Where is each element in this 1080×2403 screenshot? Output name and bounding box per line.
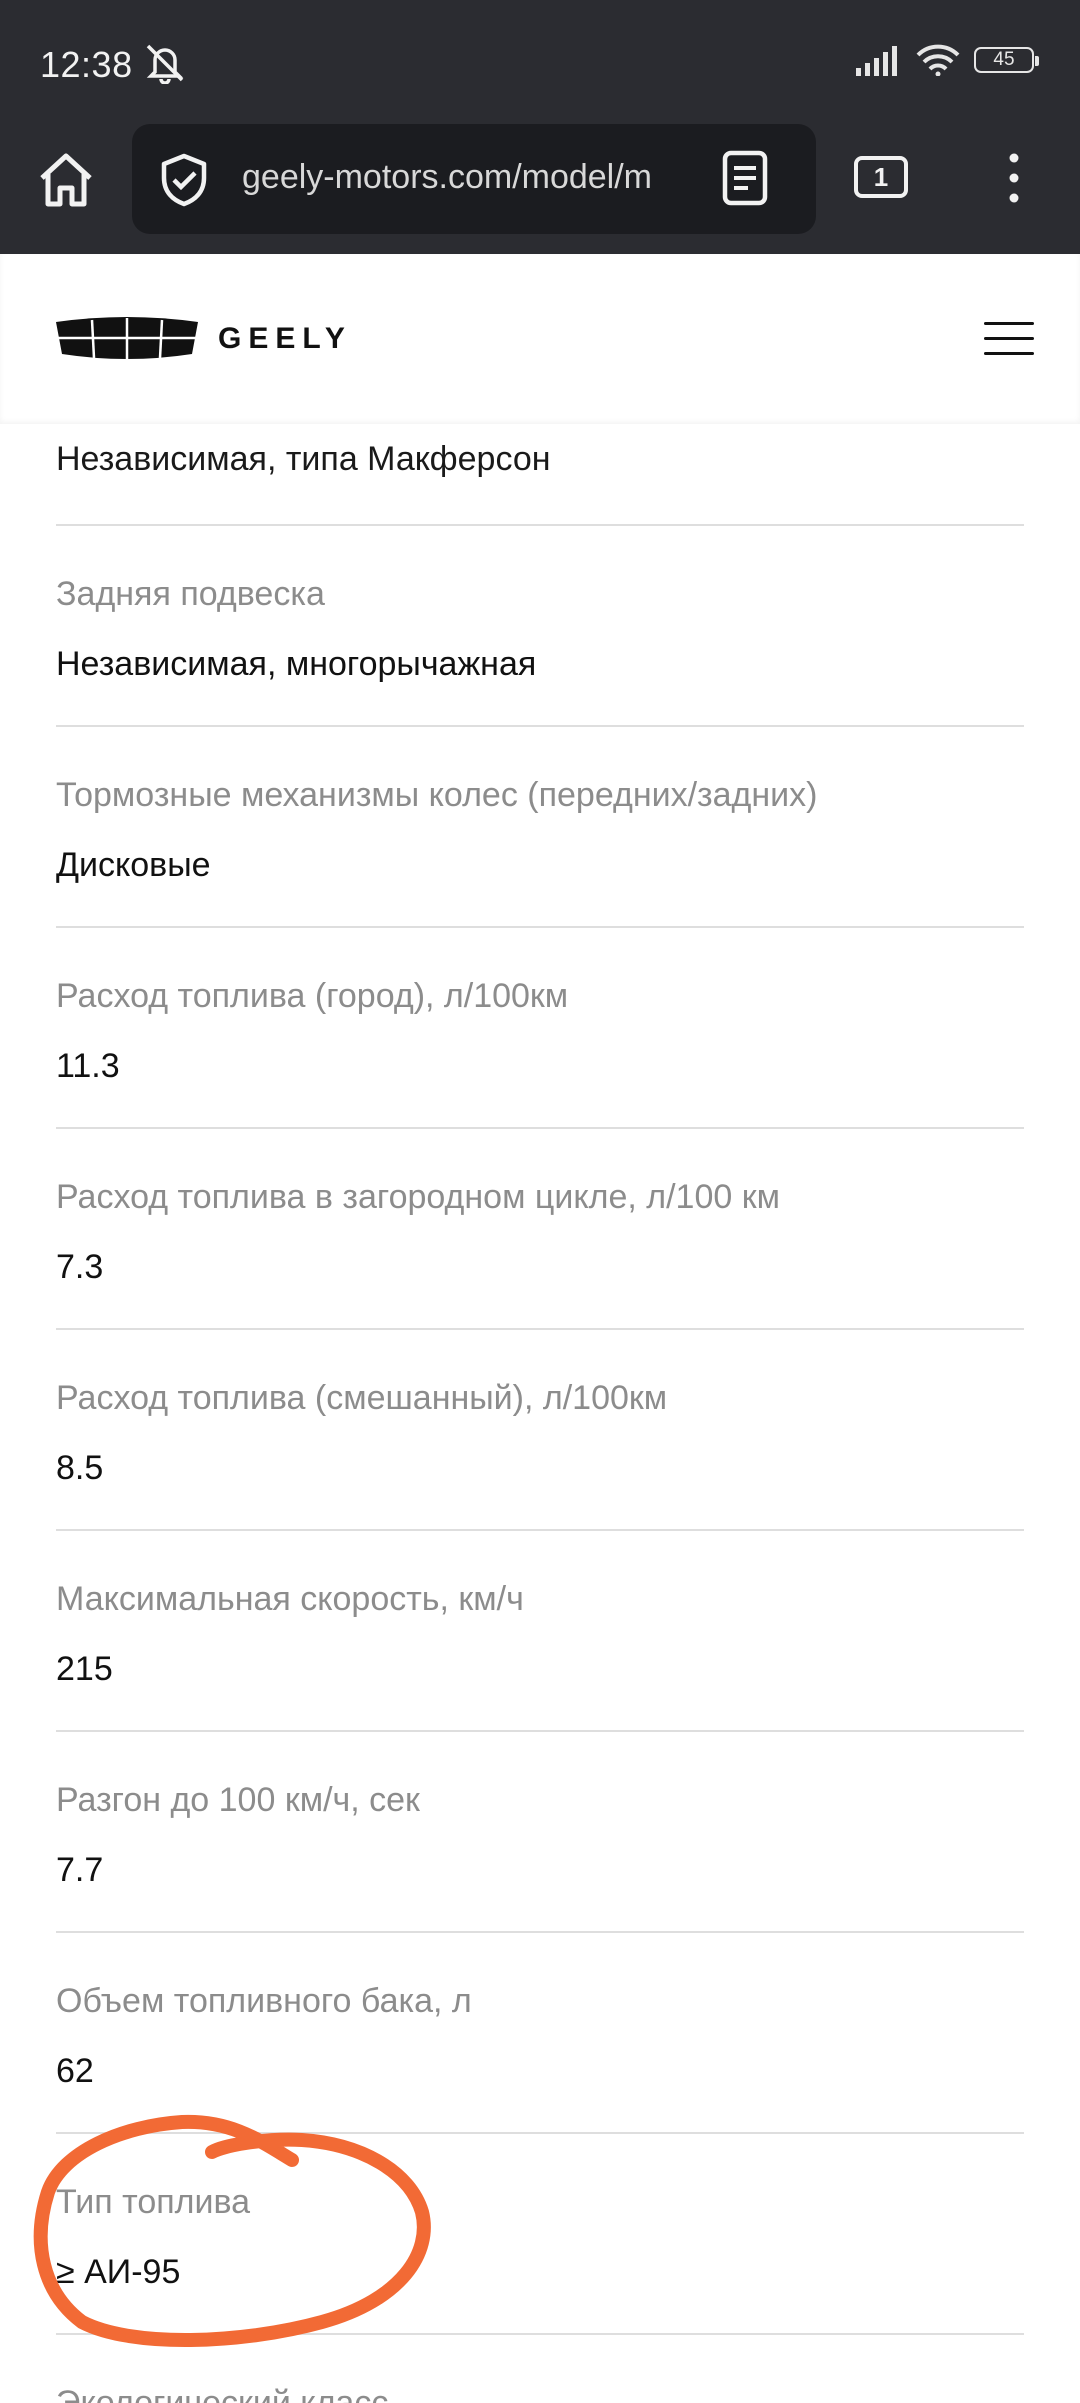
spec-list: Независимая, типа Макферсон Задняя подве… bbox=[56, 420, 1024, 2403]
battery-icon: 45 bbox=[974, 47, 1039, 73]
spec-row: Объем топливного бака, л 62 bbox=[56, 1933, 1024, 2134]
hamburger-menu-icon[interactable] bbox=[984, 322, 1034, 356]
home-icon[interactable] bbox=[34, 148, 98, 212]
spec-label: Объем топливного бака, л bbox=[56, 1982, 472, 2020]
site-header: GEELY bbox=[0, 254, 1080, 424]
spec-row: Расход топлива в загородном цикле, л/100… bbox=[56, 1129, 1024, 1330]
geely-emblem-icon bbox=[56, 317, 198, 360]
status-indicators: 45 bbox=[856, 44, 1039, 76]
tab-count: 1 bbox=[873, 161, 889, 192]
spec-row: Максимальная скорость, км/ч 215 bbox=[56, 1531, 1024, 1732]
spec-row: Разгон до 100 км/ч, сек 7.7 bbox=[56, 1732, 1024, 1933]
spec-row: Задняя подвеска Независимая, многорычажн… bbox=[56, 526, 1024, 727]
geely-logo[interactable]: GEELY bbox=[52, 316, 352, 362]
wifi-icon bbox=[916, 44, 960, 76]
bell-muted-icon bbox=[146, 44, 184, 84]
spec-label: Максимальная скорость, км/ч bbox=[56, 1580, 524, 1618]
spec-value: Независимая, многорычажная bbox=[56, 645, 537, 683]
spec-label: Расход топлива (смешанный), л/100км bbox=[56, 1379, 668, 1417]
spec-value: 8.5 bbox=[56, 1449, 104, 1487]
spec-value: 7.3 bbox=[56, 1248, 104, 1286]
spec-label: Тормозные механизмы колес (передних/задн… bbox=[56, 776, 818, 814]
spec-value: 62 bbox=[56, 2052, 94, 2090]
spec-label: Расход топлива в загородном цикле, л/100… bbox=[56, 1178, 780, 1216]
spec-value: 215 bbox=[56, 1650, 113, 1688]
reader-mode-icon[interactable] bbox=[722, 150, 768, 206]
url-text[interactable]: geely-motors.com/model/m bbox=[242, 158, 672, 202]
signal-icon bbox=[856, 46, 897, 76]
status-time: 12:38 bbox=[40, 44, 133, 85]
more-menu-icon[interactable] bbox=[1000, 150, 1028, 206]
spec-row: Расход топлива (город), л/100км 11.3 bbox=[56, 928, 1024, 1129]
tab-switcher-button[interactable]: 1 bbox=[854, 156, 908, 198]
front-suspension-value: Независимая, типа Макферсон bbox=[56, 420, 1024, 526]
spec-row-fuel-type: Тип топлива ≥ АИ-95 bbox=[56, 2134, 1024, 2335]
spec-row-partial: Экологический класс bbox=[56, 2335, 1024, 2403]
battery-level: 45 bbox=[993, 49, 1015, 70]
spec-label: Расход топлива (город), л/100км bbox=[56, 977, 569, 1015]
spec-value: Дисковые bbox=[56, 846, 211, 884]
spec-value: 7.7 bbox=[56, 1851, 104, 1889]
address-bar[interactable]: geely-motors.com/model/m bbox=[132, 124, 816, 234]
spec-row: Тормозные механизмы колес (передних/задн… bbox=[56, 727, 1024, 928]
spec-label: Разгон до 100 км/ч, сек bbox=[56, 1781, 420, 1819]
logo-text: GEELY bbox=[218, 322, 352, 355]
spec-row: Расход топлива (смешанный), л/100км 8.5 bbox=[56, 1330, 1024, 1531]
spec-value: 11.3 bbox=[56, 1047, 120, 1085]
shield-check-icon[interactable] bbox=[158, 152, 210, 208]
spec-value: ≥ АИ-95 bbox=[56, 2253, 181, 2291]
spec-label: Задняя подвеска bbox=[56, 575, 325, 613]
browser-chrome: 12:38 45 geely-motors.com/model/m 1 bbox=[0, 0, 1080, 254]
spec-label: Тип топлива bbox=[56, 2183, 251, 2221]
